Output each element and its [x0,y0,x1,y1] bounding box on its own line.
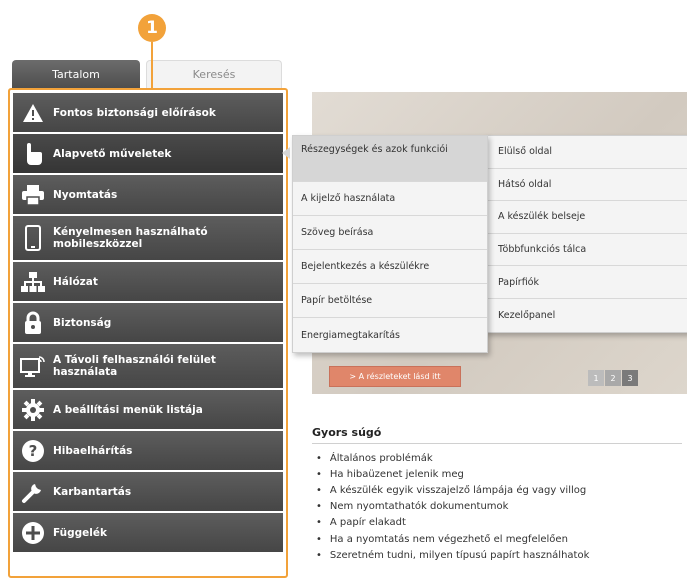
quick-help: Gyors súgó Általános problémák Ha hibaüz… [312,426,682,563]
submenu-pointer [282,147,290,159]
sidebar-item-label: Függelék [53,526,107,539]
quick-help-link[interactable]: Általános problémák [312,450,682,466]
quick-help-link[interactable]: Szeretném tudni, milyen típusú papírt ha… [312,547,682,563]
remote-ui-icon [19,352,47,380]
submenu2-item[interactable]: Kezelőpanel [486,299,687,332]
tab-search[interactable]: Keresés [146,60,282,88]
plus-icon [19,519,47,547]
printer-icon [19,181,47,209]
sidebar-item-label: A Távoli felhasználói felület használata [53,354,216,378]
quick-help-link[interactable]: Ha hibaüzenet jelenik meg [312,466,682,482]
banner-page-3[interactable]: 3 [622,370,638,386]
lock-icon [19,309,47,337]
banner-page-1[interactable]: 1 [588,370,604,386]
submenu2-item[interactable]: Elülső oldal [486,136,687,169]
wrench-icon [19,478,47,506]
smartphone-icon [19,224,47,252]
quick-help-title: Gyors súgó [312,426,682,444]
sidebar-item-safety[interactable]: Fontos biztonsági előírások [13,93,283,132]
submenu2-item[interactable]: Hátsó oldal [486,169,687,202]
quick-help-list: Általános problémák Ha hibaüzenet jeleni… [312,450,682,563]
quick-help-link[interactable]: Ha a nyomtatás nem végezhető el megfelel… [312,531,682,547]
sidebar-item-label: Biztonság [53,316,112,329]
callout-marker: 1 [138,14,166,42]
help-icon: ? [19,437,47,465]
sidebar-item-label: Hálózat [53,275,98,288]
sidebar-item-remote-ui[interactable]: A Távoli felhasználói felület használata [13,344,283,388]
sidebar-item-security[interactable]: Biztonság [13,303,283,342]
submenu-item[interactable]: Szöveg beírása [293,216,487,250]
sidebar-item-appendix[interactable]: Függelék [13,513,283,552]
hand-pointer-icon [19,140,47,168]
sidebar-item-label: Karbantartás [53,485,132,498]
sidebar-item-label: Hibaelhárítás [53,444,133,457]
details-button[interactable]: > A részleteket lásd itt [329,366,461,387]
banner-page-2[interactable]: 2 [605,370,621,386]
submenu2-item[interactable]: Többfunkciós tálca [486,234,687,267]
sidebar-item-basic-operations[interactable]: Alapvető műveletek [13,134,283,173]
sidebar-item-network[interactable]: Hálózat [13,262,283,301]
sidebar-item-label: Kényelmesen használható mobileszközzel [53,226,208,250]
sidebar-item-label: Nyomtatás [53,188,118,201]
submenu-item[interactable]: Részegységek és azok funkciói [293,136,487,182]
submenu-basic-operations: Részegységek és azok funkciói A kijelző … [292,135,488,353]
quick-help-link[interactable]: A papír elakadt [312,515,682,531]
callout-line [151,42,153,88]
sidebar-menu: Fontos biztonsági előírások Alapvető műv… [13,93,283,552]
quick-help-link[interactable]: A készülék egyik visszajelző lámpája ég … [312,482,682,498]
submenu-item[interactable]: A kijelző használata [293,182,487,216]
quick-help-link[interactable]: Nem nyomtathatók dokumentumok [312,499,682,515]
sidebar-item-label: Fontos biztonsági előírások [53,106,216,119]
gear-icon [19,396,47,424]
svg-text:?: ? [29,442,38,460]
sidebar-item-settings-list[interactable]: A beállítási menük listája [13,390,283,429]
sidebar-item-troubleshooting[interactable]: ? Hibaelhárítás [13,431,283,470]
tab-contents[interactable]: Tartalom [12,60,140,88]
callout-number: 1 [146,18,158,38]
sidebar-item-mobile[interactable]: Kényelmesen használható mobileszközzel [13,216,283,260]
sidebar-item-maintenance[interactable]: Karbantartás [13,472,283,511]
warning-icon [19,99,47,127]
submenu-item[interactable]: Papír betöltése [293,284,487,318]
submenu2-item[interactable]: A készülék belseje [486,201,687,234]
sidebar: Fontos biztonsági előírások Alapvető műv… [8,88,288,578]
network-icon [19,268,47,296]
submenu-parts: Elülső oldal Hátsó oldal A készülék bels… [485,135,687,333]
submenu-item[interactable]: Energiamegtakarítás [293,318,487,352]
sidebar-item-printing[interactable]: Nyomtatás [13,175,283,214]
sidebar-item-label: A beállítási menük listája [53,403,203,416]
submenu-item[interactable]: Bejelentkezés a készülékre [293,250,487,284]
sidebar-item-label: Alapvető műveletek [53,147,172,160]
submenu2-item[interactable]: Papírfiók [486,266,687,299]
